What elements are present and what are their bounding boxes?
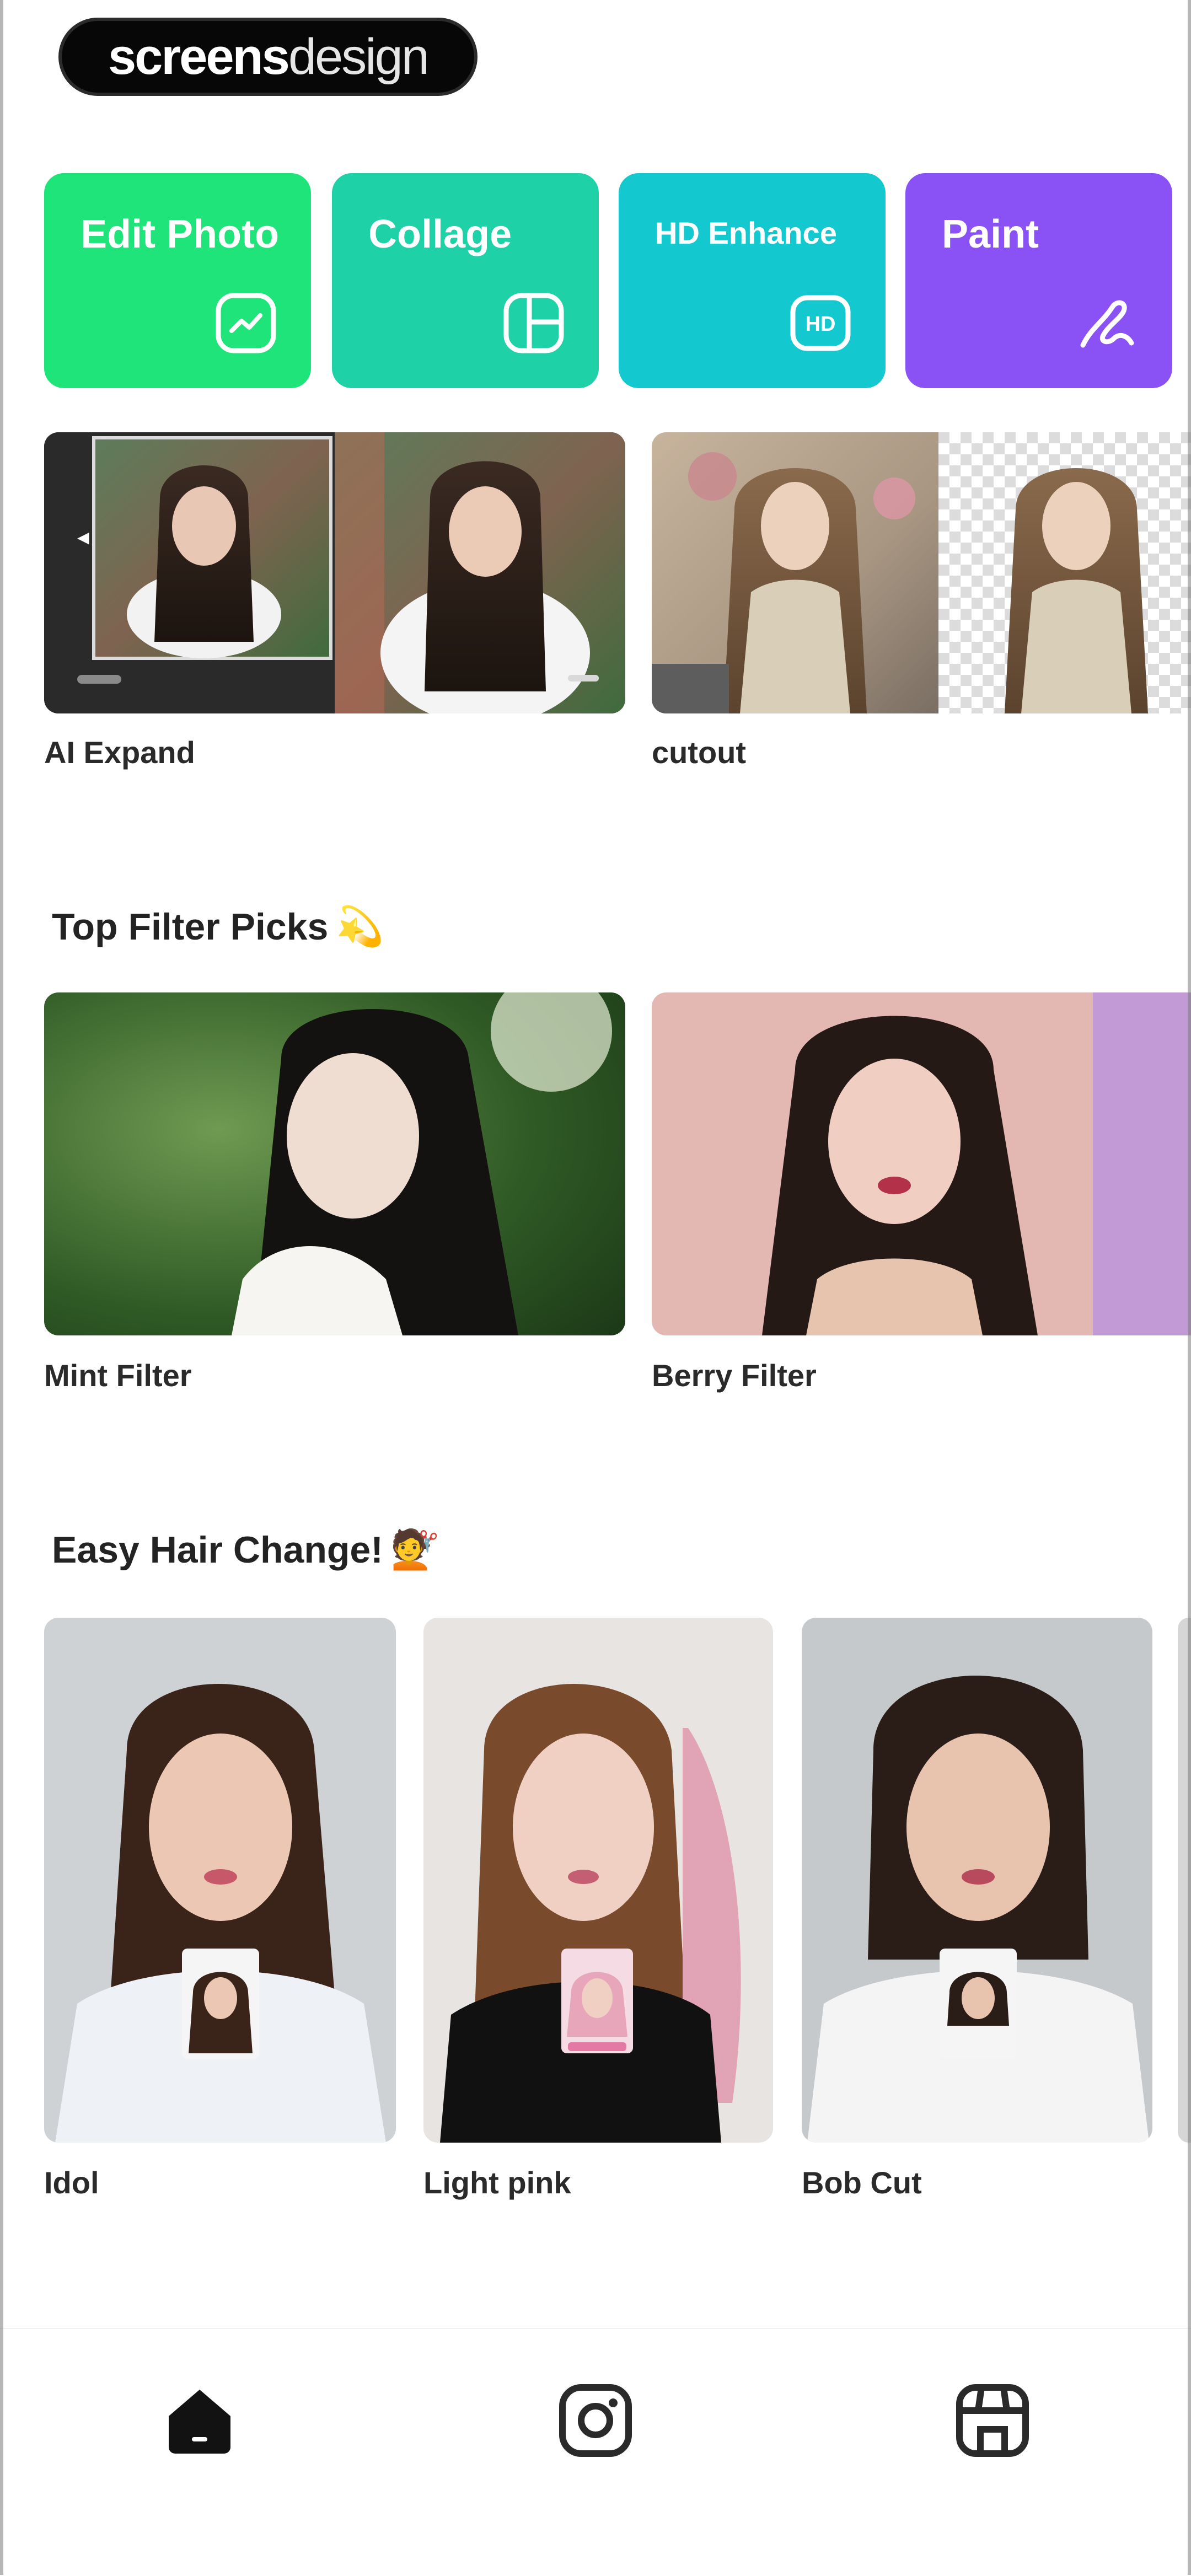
nav-store[interactable] — [948, 2376, 1037, 2465]
bottom-nav — [0, 2328, 1191, 2576]
edit-photo-button[interactable]: Edit Photo — [44, 173, 311, 388]
ai-expand-label: AI Expand — [44, 735, 195, 770]
collage-button[interactable]: Collage — [332, 173, 599, 388]
screensdesign-watermark: screens design — [58, 18, 478, 96]
paint-brush-icon — [1080, 300, 1134, 348]
filters-title-text: Top Filter Picks — [52, 906, 329, 948]
hair-title-text: Easy Hair Change! — [52, 1529, 383, 1571]
instagram-icon — [559, 2384, 632, 2457]
collage-icon — [503, 293, 564, 353]
hair-section-title: Easy Hair Change! 💇 — [52, 1527, 439, 1573]
nav-instagram[interactable] — [551, 2376, 640, 2465]
left-edge — [0, 0, 3, 2575]
berry-filter-card[interactable] — [652, 992, 1191, 1335]
ai-expand-thumbnail: ◀ ▶ — [44, 432, 625, 713]
cutout-thumbnail — [652, 432, 1191, 713]
watermark-bold: screens — [108, 28, 290, 85]
paint-label: Paint — [942, 212, 1039, 256]
berry-filter-label: Berry Filter — [652, 1358, 817, 1393]
hair-bob-cut-card[interactable] — [802, 1618, 1152, 2143]
right-edge — [1188, 0, 1191, 2575]
hair-bob-cut-thumbnail — [802, 1618, 1152, 2143]
filters-section-title: Top Filter Picks 💫 — [52, 904, 384, 949]
sparkle-icon: 💫 — [336, 905, 384, 948]
nav-home[interactable] — [155, 2376, 244, 2465]
svg-text:HD: HD — [806, 313, 836, 336]
collage-label: Collage — [368, 212, 512, 256]
store-icon — [956, 2384, 1029, 2457]
hd-enhance-label: HD Enhance — [655, 216, 837, 250]
hair-idol-label: Idol — [44, 2165, 99, 2200]
hd-enhance-button[interactable]: HD Enhance HD — [619, 173, 886, 388]
hair-idol-card[interactable] — [44, 1618, 396, 2143]
hair-light-pink-card[interactable] — [423, 1618, 773, 2143]
berry-filter-thumbnail — [652, 992, 1191, 1335]
edit-photo-icon — [216, 293, 276, 353]
edit-photo-label: Edit Photo — [81, 212, 279, 256]
hd-icon: HD — [790, 295, 851, 351]
hair-light-pink-thumbnail — [423, 1618, 773, 2143]
cutout-card[interactable] — [652, 432, 1191, 713]
home-icon — [169, 2390, 230, 2454]
mint-filter-card[interactable] — [44, 992, 625, 1335]
svg-text:◀: ◀ — [77, 529, 89, 546]
hair-idol-thumbnail — [44, 1618, 396, 2143]
mint-filter-thumbnail — [44, 992, 625, 1335]
hair-bob-cut-label: Bob Cut — [802, 2165, 922, 2200]
watermark-light: design — [288, 28, 430, 85]
paint-button[interactable]: Paint — [905, 173, 1172, 388]
mint-filter-label: Mint Filter — [44, 1358, 192, 1393]
haircut-icon: 💇 — [390, 1528, 439, 1571]
ai-expand-card[interactable]: ◀ ▶ — [44, 432, 625, 713]
cutout-label: cutout — [652, 735, 747, 770]
hair-light-pink-label: Light pink — [423, 2165, 571, 2200]
